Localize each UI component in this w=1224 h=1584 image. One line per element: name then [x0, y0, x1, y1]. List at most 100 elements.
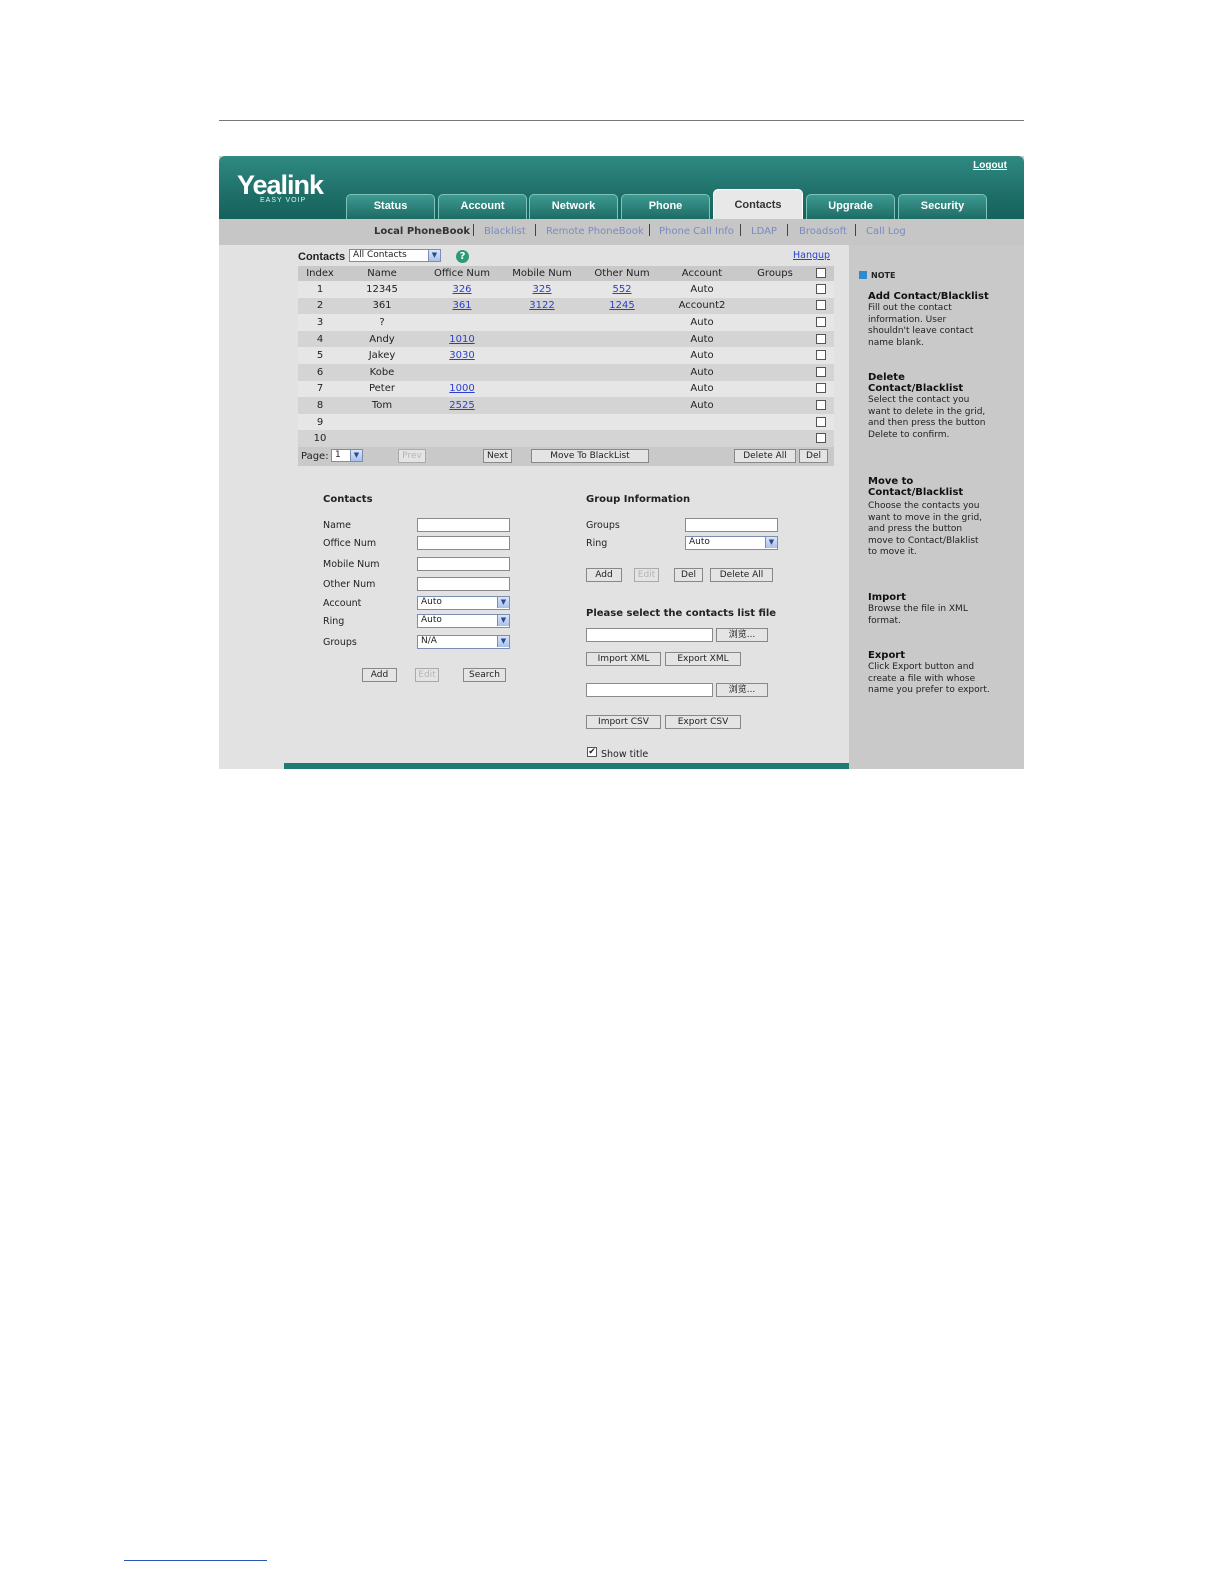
other-num-input[interactable]: [417, 577, 510, 591]
account-cell: Auto: [662, 397, 742, 414]
subnav-phone-call-info[interactable]: Phone Call Info: [659, 226, 734, 237]
csv-file-input[interactable]: [586, 683, 713, 697]
delete-button[interactable]: Del: [799, 449, 828, 463]
groups-select[interactable]: N/A ▼: [417, 635, 510, 649]
prev-page-button[interactable]: Prev: [398, 449, 426, 463]
browse-csv-button[interactable]: 浏览...: [716, 683, 768, 697]
xml-file-input[interactable]: [586, 628, 713, 642]
row-checkbox[interactable]: [816, 333, 826, 344]
tab-account[interactable]: Account: [438, 194, 527, 219]
groups-cell: [742, 281, 808, 298]
subnav-local-phonebook[interactable]: Local PhoneBook: [374, 226, 470, 237]
browse-xml-button[interactable]: 浏览...: [716, 628, 768, 642]
show-title-checkbox[interactable]: ✔: [587, 747, 597, 757]
other-num-link[interactable]: 552: [612, 284, 631, 295]
delete-group-button[interactable]: Del: [674, 568, 703, 582]
ring-select[interactable]: Auto ▼: [417, 614, 510, 628]
row-checkbox[interactable]: [816, 383, 826, 394]
table-pager: Page: 1 ▼ Prev Next Move To BlackList De…: [298, 447, 834, 466]
tab-network[interactable]: Network: [529, 194, 618, 219]
tab-upgrade[interactable]: Upgrade: [806, 194, 895, 219]
export-csv-button[interactable]: Export CSV: [665, 715, 741, 729]
page-select[interactable]: 1 ▼: [331, 449, 363, 462]
office-num-link[interactable]: 2525: [449, 400, 474, 411]
mobile-num-cell: [502, 380, 582, 398]
other-num-cell: [582, 330, 662, 348]
search-contact-button[interactable]: Search: [463, 668, 506, 682]
delete-all-button[interactable]: Delete All: [734, 449, 796, 463]
note-section-title: Add Contact/Blacklist: [868, 291, 989, 302]
add-contact-button[interactable]: Add: [362, 668, 397, 682]
office-num-link[interactable]: 1010: [449, 334, 474, 345]
office-num-cell: [422, 314, 502, 331]
column-header-index: Index: [298, 266, 342, 281]
export-xml-button[interactable]: Export XML: [665, 652, 741, 666]
delete-all-groups-button[interactable]: Delete All: [710, 568, 773, 582]
group-ring-select[interactable]: Auto ▼: [685, 536, 778, 550]
mobile-num-input[interactable]: [417, 557, 510, 571]
tab-security[interactable]: Security: [898, 194, 987, 219]
tab-status[interactable]: Status: [346, 194, 435, 219]
logout-link[interactable]: Logout: [973, 160, 1007, 171]
office-num-input[interactable]: [417, 536, 510, 550]
subnav-blacklist[interactable]: Blacklist: [484, 226, 526, 237]
help-icon[interactable]: ?: [456, 250, 469, 263]
select-all-checkbox[interactable]: [816, 268, 826, 278]
group-name-input[interactable]: [685, 518, 778, 532]
edit-group-button[interactable]: Edit: [634, 568, 659, 582]
groups-cell: [742, 330, 808, 348]
office-num-link[interactable]: 3030: [449, 350, 474, 361]
row-checkbox[interactable]: [816, 283, 826, 294]
row-checkbox[interactable]: [816, 399, 826, 410]
table-row: 2 361 361 3122 1245 Account2: [298, 297, 834, 315]
groups-cell: [742, 413, 808, 431]
other-num-link[interactable]: 1245: [609, 300, 634, 311]
move-to-blacklist-button[interactable]: Move To BlackList: [531, 449, 649, 463]
name-cell: 361: [342, 297, 422, 315]
row-checkbox[interactable]: [816, 300, 826, 311]
index-cell: 3: [298, 314, 342, 331]
row-checkbox[interactable]: [816, 433, 826, 444]
import-xml-button[interactable]: Import XML: [586, 652, 661, 666]
index-cell: 10: [298, 430, 342, 447]
mobile-num-link[interactable]: 325: [532, 284, 551, 295]
subnav-ldap[interactable]: LDAP: [751, 226, 777, 237]
row-checkbox[interactable]: [816, 366, 826, 377]
tab-phone[interactable]: Phone: [621, 194, 710, 219]
group-ring-value: Auto: [689, 537, 710, 547]
office-num-cell: 3030: [422, 347, 502, 364]
account-select[interactable]: Auto ▼: [417, 596, 510, 610]
note-section-title: Export: [868, 650, 906, 661]
account-cell: Auto: [662, 363, 742, 381]
groups-label: Groups: [323, 637, 357, 648]
name-cell: [342, 413, 422, 431]
chevron-down-icon: ▼: [350, 450, 362, 461]
hangup-link[interactable]: Hangup: [793, 250, 830, 261]
subnav-call-log[interactable]: Call Log: [866, 226, 906, 237]
mobile-num-link[interactable]: 3122: [529, 300, 554, 311]
edit-contact-button[interactable]: Edit: [415, 668, 439, 682]
row-checkbox[interactable]: [816, 350, 826, 361]
name-input[interactable]: [417, 518, 510, 532]
contacts-form-title: Contacts: [323, 494, 373, 505]
other-num-cell: [582, 314, 662, 331]
office-num-link[interactable]: 361: [452, 300, 471, 311]
other-num-label: Other Num: [323, 579, 376, 590]
office-num-cell: 361: [422, 297, 502, 315]
tab-contacts[interactable]: Contacts: [713, 189, 803, 219]
other-num-cell: [582, 413, 662, 431]
column-header-mobile-num: Mobile Num: [502, 266, 582, 281]
row-checkbox[interactable]: [816, 316, 826, 327]
subnav-remote-phonebook[interactable]: Remote PhoneBook: [546, 226, 644, 237]
import-csv-button[interactable]: Import CSV: [586, 715, 661, 729]
subnav-broadsoft[interactable]: Broadsoft: [799, 226, 847, 237]
next-page-button[interactable]: Next: [483, 449, 512, 463]
office-num-link[interactable]: 326: [452, 284, 471, 295]
row-checkbox[interactable]: [816, 416, 826, 427]
contacts-filter-select[interactable]: All Contacts ▼: [349, 249, 441, 262]
mobile-num-cell: [502, 330, 582, 348]
table-row: 5 Jakey 3030 Auto: [298, 347, 834, 364]
office-num-link[interactable]: 1000: [449, 383, 474, 394]
add-group-button[interactable]: Add: [586, 568, 622, 582]
row-select-cell: [808, 413, 834, 431]
